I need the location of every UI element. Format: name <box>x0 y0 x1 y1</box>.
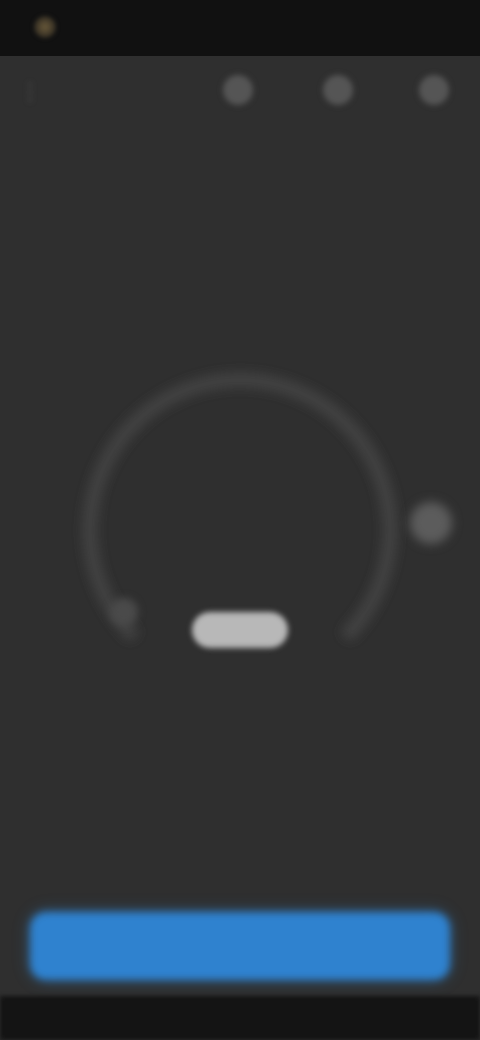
dial-value <box>140 482 340 552</box>
dial-readout <box>140 430 340 660</box>
dial-min-handle[interactable] <box>110 598 138 626</box>
menu-button[interactable]: ⋮ <box>10 72 50 112</box>
action-icon-3 <box>419 75 449 105</box>
dial-unit-pill[interactable] <box>192 612 288 648</box>
action-button-1[interactable] <box>218 70 258 110</box>
dial-label <box>140 448 340 470</box>
dial-control[interactable] <box>0 340 480 720</box>
action-button-3[interactable] <box>414 70 454 110</box>
dial-side-handle[interactable] <box>410 502 452 544</box>
top-bar: ⋮ <box>0 56 480 136</box>
app-screen: ⋮ <box>0 0 480 1040</box>
system-nav-bar <box>0 996 480 1040</box>
status-bar <box>0 0 480 56</box>
action-icon-2 <box>323 75 353 105</box>
action-button-2[interactable] <box>318 70 358 110</box>
menu-icon: ⋮ <box>19 79 41 104</box>
app-logo-icon <box>34 16 56 38</box>
action-icon-1 <box>223 75 253 105</box>
primary-button[interactable] <box>30 912 450 980</box>
